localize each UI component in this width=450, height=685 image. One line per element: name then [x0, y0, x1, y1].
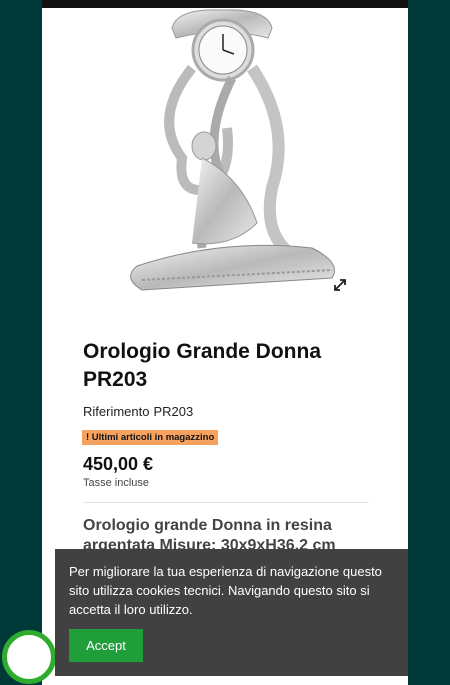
accept-cookies-button[interactable]: Accept	[69, 629, 143, 662]
expand-icon[interactable]	[333, 278, 347, 292]
reference-value: PR203	[153, 404, 194, 419]
floating-badge[interactable]	[2, 630, 56, 684]
reference-label: Riferimento	[83, 404, 150, 419]
top-bar	[42, 0, 408, 8]
stock-badge: ! Ultimi articoli in magazzino	[82, 430, 219, 445]
tax-note: Tasse incluse	[83, 477, 150, 489]
product-image[interactable]	[82, 8, 362, 308]
cookie-banner-text: Per migliorare la tua esperienza di navi…	[69, 564, 382, 617]
product-title: Orologio Grande Donna PR203	[83, 340, 322, 391]
cookie-banner: Per migliorare la tua esperienza di navi…	[55, 549, 408, 676]
divider	[83, 502, 369, 503]
product-price: 450,00 €	[83, 454, 154, 474]
product-reference: Riferimento PR203	[83, 404, 193, 419]
